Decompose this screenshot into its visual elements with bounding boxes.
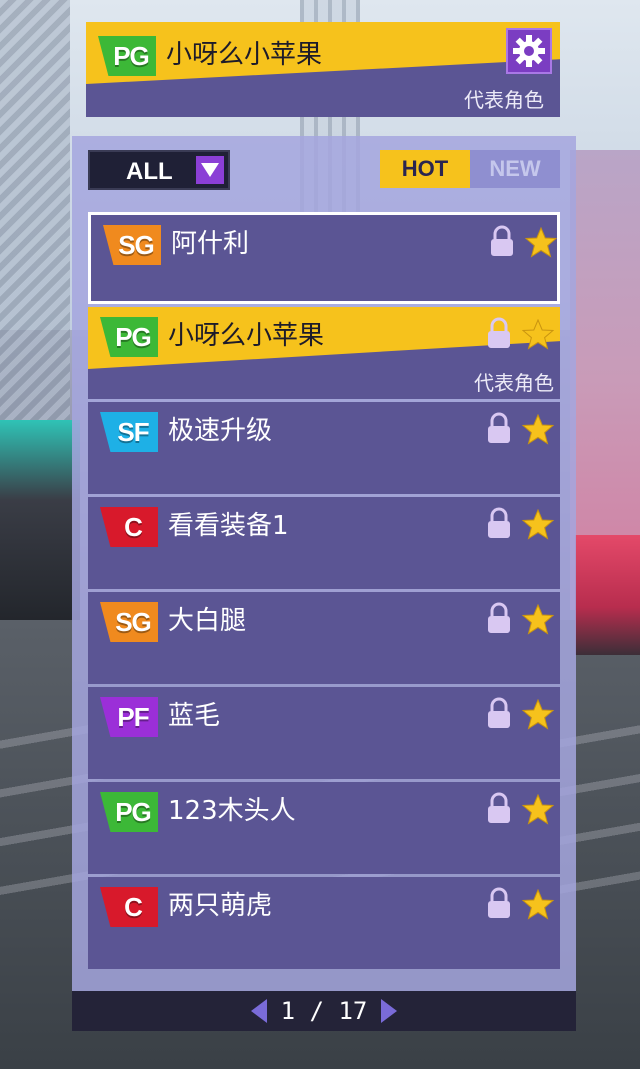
character-row[interactable]: C 两只萌虎: [88, 877, 560, 969]
player-name: 小呀么小苹果: [166, 40, 323, 70]
star-icon[interactable]: [522, 414, 554, 446]
star-icon[interactable]: [522, 509, 554, 541]
star-icon[interactable]: [522, 794, 554, 826]
tab-new[interactable]: NEW: [470, 150, 560, 188]
representative-tag: 代表角色: [474, 371, 554, 395]
card-highlight: [86, 22, 560, 84]
settings-button[interactable]: [506, 28, 552, 74]
sort-tabs: HOT NEW: [380, 150, 560, 188]
character-row[interactable]: PF 蓝毛: [88, 687, 560, 779]
background-tower: [0, 0, 70, 430]
character-row[interactable]: C 看看装备1: [88, 497, 560, 589]
lock-icon: [488, 507, 510, 538]
lock-icon: [488, 412, 510, 443]
character-panel: ALL HOT NEW SG 阿什利 PG 小呀么小苹果代表角色 SF 极速升级 C 看看装备…: [72, 136, 576, 991]
character-name: 阿什利: [171, 229, 250, 259]
background-car: [0, 420, 80, 620]
lock-icon: [488, 792, 510, 823]
filter-dropdown[interactable]: ALL: [88, 150, 230, 190]
star-icon[interactable]: [522, 699, 554, 731]
background-car: [575, 535, 640, 655]
character-row[interactable]: PG 小呀么小苹果 代表角色: [88, 307, 560, 399]
position-badge: SG: [103, 225, 161, 265]
page-indicator: 1 / 17: [280, 997, 368, 1025]
lock-icon: [488, 887, 510, 918]
lock-icon: [488, 697, 510, 728]
gear-icon: [513, 35, 545, 67]
position-badge: C: [100, 507, 158, 547]
character-row[interactable]: SG 阿什利: [88, 212, 560, 304]
lock-icon: [488, 602, 510, 633]
star-icon[interactable]: [525, 227, 557, 259]
character-name: 蓝毛: [168, 701, 221, 731]
character-name: 123木头人: [168, 796, 296, 826]
character-row[interactable]: PG 123木头人: [88, 782, 560, 874]
star-icon[interactable]: [522, 604, 554, 636]
filter-value: ALL: [126, 158, 173, 185]
lock-icon: [488, 317, 510, 348]
pagination: 1 / 17: [72, 991, 576, 1031]
character-row[interactable]: SG 大白腿: [88, 592, 560, 684]
position-badge: PG: [100, 792, 158, 832]
dropdown-arrow-icon[interactable]: [196, 156, 224, 184]
position-badge: SF: [100, 412, 158, 452]
tab-hot[interactable]: HOT: [380, 150, 470, 188]
character-row[interactable]: SF 极速升级: [88, 402, 560, 494]
position-badge: PF: [100, 697, 158, 737]
character-name: 大白腿: [168, 606, 247, 636]
current-player-card[interactable]: PG 小呀么小苹果 代表角色: [86, 22, 560, 117]
character-name: 两只萌虎: [168, 891, 273, 921]
position-badge: C: [100, 887, 158, 927]
star-icon[interactable]: [522, 319, 554, 351]
character-list: SG 阿什利 PG 小呀么小苹果代表角色 SF 极速升级 C 看看装备1 SG 大白腿 PF 蓝毛 PG…: [88, 212, 560, 972]
next-page-icon[interactable]: [381, 999, 398, 1023]
chevron-down-icon: [201, 163, 219, 177]
character-name: 看看装备1: [168, 511, 289, 541]
character-name: 小呀么小苹果: [168, 321, 325, 351]
star-icon[interactable]: [522, 889, 554, 921]
character-name: 极速升级: [168, 416, 273, 446]
representative-tag: 代表角色: [464, 88, 544, 112]
position-badge: SG: [100, 602, 158, 642]
prev-page-icon[interactable]: [250, 999, 267, 1023]
lock-icon: [491, 225, 513, 256]
